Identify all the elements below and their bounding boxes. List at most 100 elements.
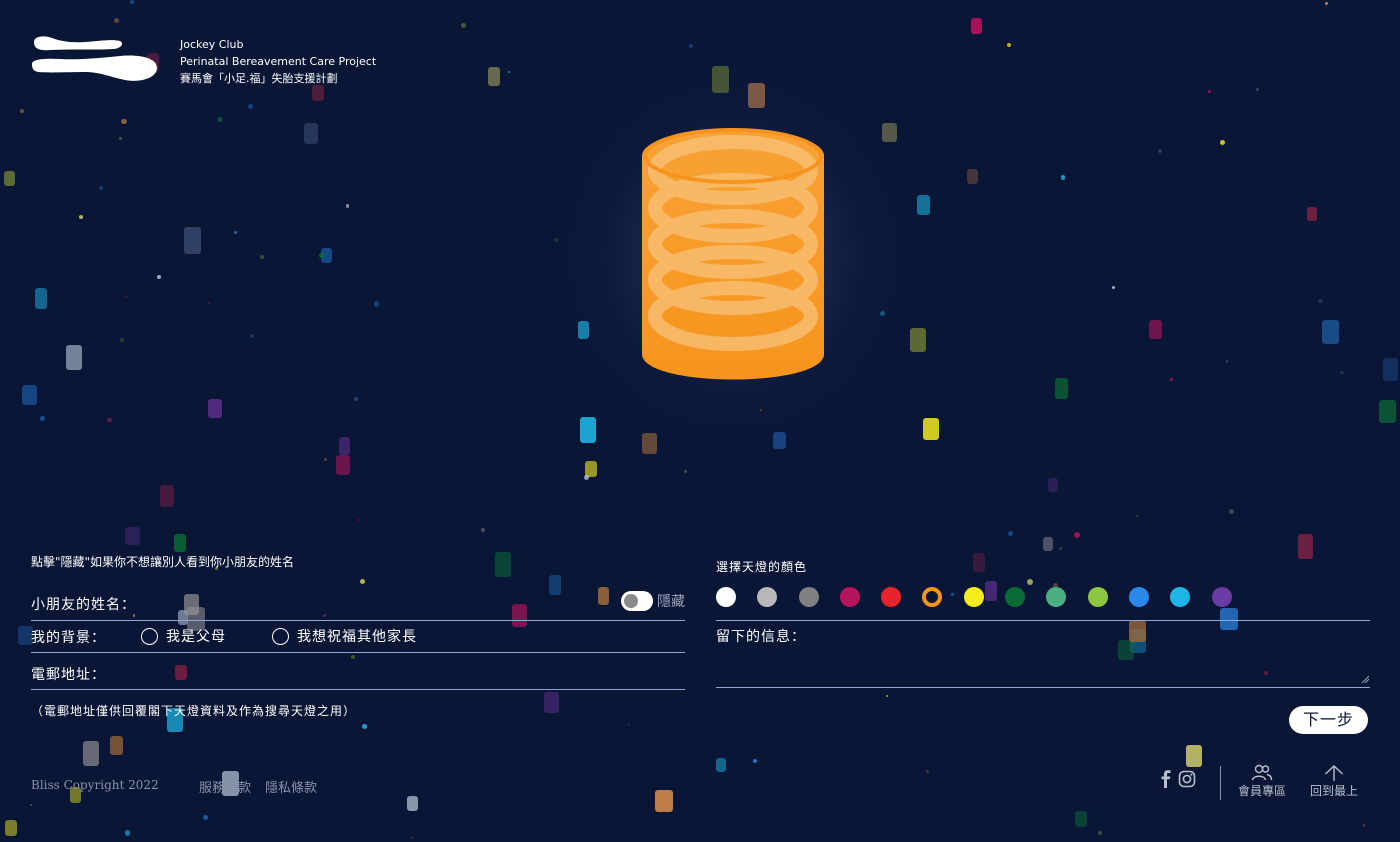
background-lantern [1207, 89, 1212, 94]
background-lantern [207, 399, 222, 419]
background-lantern [83, 740, 100, 767]
background-lantern [1306, 206, 1318, 221]
background-lantern [973, 553, 986, 573]
color-swatch[interactable] [1170, 587, 1191, 607]
color-swatch[interactable] [716, 587, 736, 607]
background-lantern [1047, 477, 1058, 492]
background-lantern [1378, 400, 1397, 423]
background-lantern [118, 136, 122, 140]
background-lantern [304, 122, 319, 144]
background-lantern [579, 417, 597, 444]
logo[interactable] [30, 34, 160, 86]
background-lantern [233, 230, 237, 235]
background-lantern [716, 758, 727, 773]
terms-link[interactable]: 服務條款 [199, 777, 251, 796]
background-lantern [481, 528, 486, 533]
back-to-top-link[interactable]: 回到最上 [1310, 764, 1358, 799]
radio-parent[interactable]: 我是父母 [141, 626, 226, 646]
color-swatch[interactable] [1128, 587, 1149, 607]
background-lantern [886, 695, 889, 698]
background-lantern [488, 66, 501, 86]
background-lantern [971, 17, 982, 34]
background-lantern [627, 723, 630, 727]
resize-grip-icon[interactable] [1361, 675, 1369, 683]
radio-parent-circle[interactable] [141, 627, 158, 645]
background-lantern [1383, 357, 1398, 382]
background-lantern [129, 0, 134, 4]
background-lantern [655, 790, 673, 813]
hide-switch[interactable] [621, 591, 653, 611]
background-lantern [259, 254, 265, 260]
message-label: 留下的信息： [716, 629, 806, 645]
child-name-label: 小朋友的姓名： [31, 597, 136, 613]
background-lantern [1339, 370, 1344, 375]
radio-bless-others-circle[interactable] [272, 627, 289, 645]
background-lantern [1169, 377, 1173, 381]
color-swatch[interactable] [1046, 587, 1067, 607]
background-lantern [203, 814, 209, 821]
background-lantern [247, 104, 254, 110]
background-lantern [1325, 1, 1329, 5]
background-lantern [353, 397, 358, 402]
color-swatch[interactable] [798, 587, 819, 607]
background-lantern [345, 204, 350, 208]
color-swatch[interactable] [922, 587, 943, 607]
next-button[interactable]: 下一步 [1289, 706, 1368, 734]
background-lantern [79, 215, 84, 220]
radio-bless-others[interactable]: 我想祝福其他家長 [272, 626, 417, 646]
background-lantern [1074, 532, 1081, 539]
background-label: 我的背景： [31, 630, 106, 646]
background-lantern [494, 551, 511, 578]
background-lantern [114, 17, 120, 23]
color-swatch[interactable] [881, 587, 902, 607]
member-area-label: 會員專區 [1238, 784, 1287, 798]
background-lantern [106, 417, 112, 423]
background-lantern [1228, 509, 1234, 515]
background-lantern [34, 288, 48, 309]
background-lantern [1318, 298, 1323, 304]
email-field[interactable]: 電郵地址： [31, 656, 685, 690]
color-swatch[interactable] [963, 587, 984, 607]
background-lantern [1027, 579, 1033, 585]
footer-divider [1220, 766, 1221, 800]
color-swatch[interactable] [1211, 587, 1232, 607]
background-lantern [311, 84, 324, 102]
background-lantern [1148, 320, 1163, 339]
color-swatch[interactable] [839, 587, 860, 607]
child-name-field[interactable]: 小朋友的姓名： 隱藏 [31, 586, 685, 621]
background-lantern [335, 455, 351, 475]
background-lantern [1075, 811, 1088, 827]
background-lantern [21, 385, 38, 405]
background-lantern [358, 519, 361, 522]
background-lantern [183, 226, 201, 255]
background-lantern [461, 23, 467, 28]
privacy-link[interactable]: 隱私條款 [265, 777, 317, 796]
color-swatch[interactable] [1005, 587, 1026, 607]
hide-toggle[interactable]: 隱藏 [621, 591, 685, 611]
copyright: Bliss Copyright 2022 [31, 778, 159, 792]
background-lantern [1219, 140, 1226, 146]
facebook-icon[interactable] [1160, 770, 1172, 788]
email-note: （電郵地址僅供回覆閣下天燈資料及作為搜尋天燈之用） [31, 704, 357, 718]
instagram-icon[interactable] [1178, 770, 1196, 788]
background-lantern [1136, 514, 1139, 517]
color-picker [716, 587, 1232, 607]
background-lantern [157, 274, 161, 279]
background-lantern [684, 469, 688, 473]
background-lantern [120, 338, 125, 342]
page: Jockey Club Perinatal Bereavement Care P… [0, 0, 1400, 842]
background-lantern [207, 301, 211, 305]
background-lantern [319, 252, 325, 259]
background-lantern [324, 458, 328, 462]
member-area-link[interactable]: 會員專區 [1238, 764, 1286, 799]
social-links [1160, 770, 1196, 788]
background-lantern [407, 796, 419, 812]
color-swatch[interactable] [757, 587, 778, 607]
background-lantern [99, 185, 104, 190]
color-swatch[interactable] [1087, 587, 1108, 607]
background-lantern [689, 43, 694, 48]
message-field[interactable]: 留下的信息： [716, 622, 1370, 688]
background-lantern [1042, 536, 1053, 551]
background-lantern [4, 170, 15, 186]
background-lantern [1007, 530, 1014, 537]
